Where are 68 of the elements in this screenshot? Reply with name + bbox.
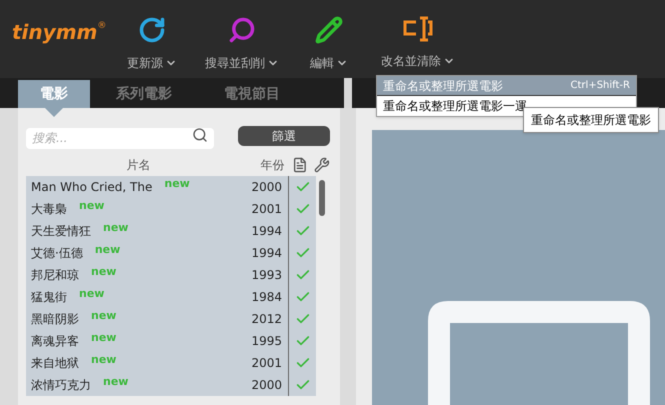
registered-mark: ® (97, 22, 106, 31)
movie-year: 1995 (251, 333, 282, 350)
movie-title: 天生爱情狂 (31, 223, 91, 240)
column-header[interactable]: 年份 (250, 156, 284, 174)
search-icon (228, 16, 256, 44)
movie-row[interactable]: 天生爱情狂 new 1994 (26, 220, 316, 242)
movie-title: 邦尼和琼 (31, 267, 79, 284)
movie-row[interactable]: 邦尼和琼 new 1993 (26, 264, 316, 286)
movie-row[interactable]: 来自地狱 new 2001 (26, 352, 316, 374)
toolbar-button[interactable]: 編輯 (298, 0, 360, 72)
movie-year: 1984 (251, 289, 282, 306)
new-label: new (103, 220, 128, 236)
new-label: new (91, 264, 116, 280)
toolbar-label: 更新源 (127, 55, 163, 72)
movie-year: 2012 (251, 311, 282, 328)
toolbar-label: 編輯 (310, 55, 334, 72)
toolbar-label: 搜尋並刮削 (205, 55, 265, 72)
toolbar-button[interactable]: 改名並清除 (370, 0, 466, 70)
refresh-icon (138, 16, 166, 44)
movie-row[interactable]: 大毒梟 new 2001 (26, 198, 316, 220)
movie-year: 2001 (251, 355, 282, 372)
new-label: new (91, 330, 116, 346)
movie-year: 1994 (251, 245, 282, 262)
movie-row[interactable]: 艾德·伍德 new 1994 (26, 242, 316, 264)
new-label: new (79, 286, 104, 302)
search-field[interactable]: 搜索... (26, 128, 214, 148)
shortcut-label: Ctrl+Shift-R (570, 79, 630, 93)
new-label: new (91, 308, 116, 324)
tooltip: 重命名或整理所選電影 (523, 107, 659, 133)
scrollbar-thumb[interactable] (319, 180, 325, 216)
new-label: new (164, 176, 190, 192)
document-icon (292, 157, 308, 173)
logo-text: tinymm (12, 22, 98, 42)
new-label: new (94, 242, 120, 258)
toolbar-button[interactable]: 更新源 (118, 0, 186, 72)
movie-row[interactable]: Man Who Cried, The new 2000 (26, 176, 316, 198)
rename-icon (402, 16, 434, 42)
new-label: new (103, 374, 128, 390)
tab[interactable]: 電視節目 (198, 80, 306, 108)
movie-row[interactable]: 浓情巧克力 new 2000 (26, 374, 316, 396)
movie-title: 浓情巧克力 (31, 377, 91, 394)
movie-title: 来自地狱 (31, 355, 79, 372)
movie-year: 2001 (251, 201, 282, 218)
movie-title: 艾德·伍德 (31, 245, 83, 262)
new-label: new (79, 198, 104, 214)
toolbar-button[interactable]: 搜尋並刮削 (186, 0, 298, 72)
movie-title: 离魂异客 (31, 333, 79, 350)
image-placeholder-icon (428, 301, 650, 405)
movie-year: 1994 (251, 223, 282, 240)
movie-row[interactable]: 猛鬼街 new 1984 (26, 286, 316, 308)
menu-item-label: 重命名或整理所選電影 (383, 78, 503, 94)
pencil-icon (315, 16, 343, 44)
search-icon (192, 127, 208, 143)
movie-title: 大毒梟 (31, 201, 67, 218)
new-label: new (91, 352, 116, 368)
movie-year: 2000 (251, 377, 282, 394)
tab[interactable]: 系列電影 (90, 80, 198, 108)
toolbar-label: 改名並清除 (381, 53, 441, 70)
movie-row[interactable]: 黑暗阴影 new 2012 (26, 308, 316, 330)
movie-title: 猛鬼街 (31, 289, 67, 306)
movie-year: 2000 (251, 179, 282, 196)
filter-button[interactable]: 篩選 (238, 126, 330, 146)
wrench-icon (314, 157, 330, 173)
column-header[interactable]: 片名 (26, 156, 251, 174)
movie-title: Man Who Cried, The (31, 179, 152, 196)
movie-year: 1993 (251, 267, 282, 284)
movie-row[interactable]: 离魂异客 new 1995 (26, 330, 316, 352)
movie-title: 黑暗阴影 (31, 311, 79, 328)
